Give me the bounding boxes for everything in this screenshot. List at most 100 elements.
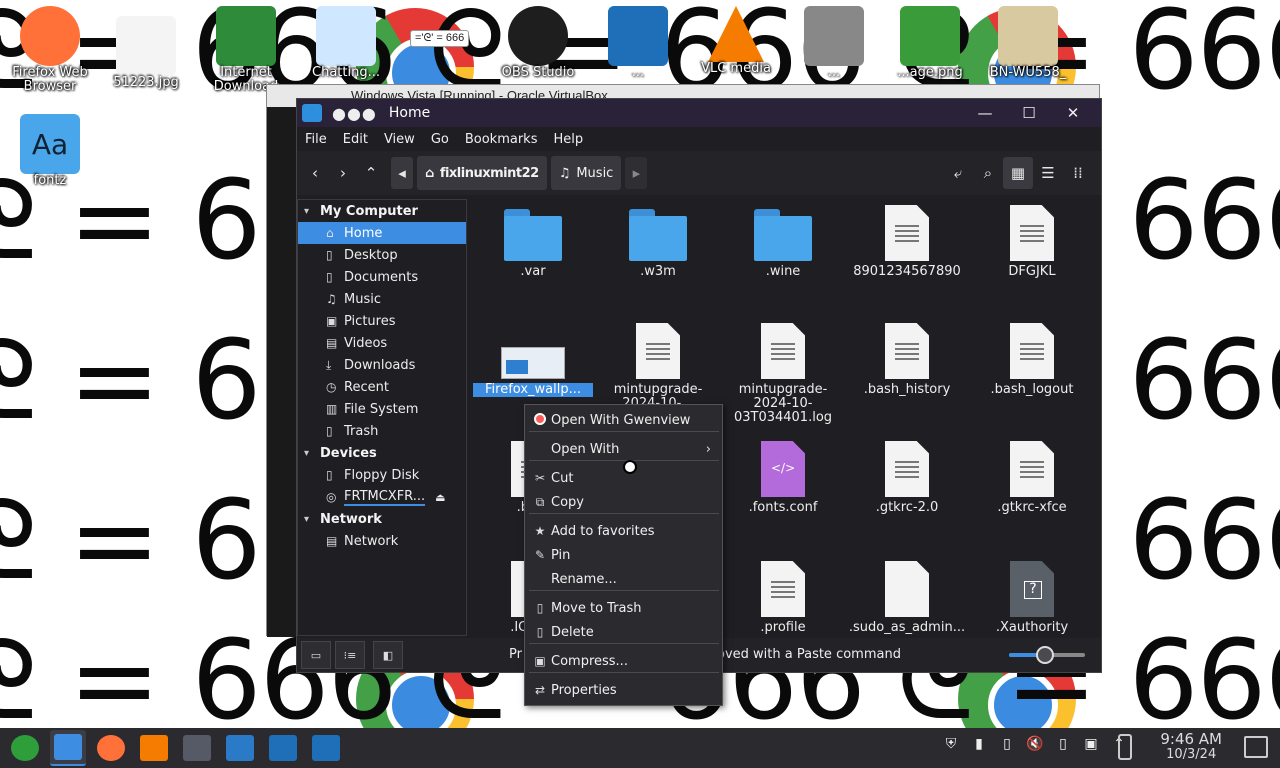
list-view-button[interactable]: ☰	[1033, 157, 1063, 189]
file-item[interactable]: mintupgrade-2024-10-...	[598, 323, 718, 411]
context-menu-item-copy[interactable]: ⧉ Copy	[529, 490, 719, 514]
file-item[interactable]: .w3m	[598, 205, 718, 279]
sidebar-section-network[interactable]: ▾ Network	[298, 508, 466, 530]
menu-go[interactable]: Go	[431, 132, 449, 147]
context-menu-item-properties[interactable]: ⇄ Properties	[529, 678, 719, 702]
desktop-icon-item[interactable]: ...	[592, 6, 684, 80]
network-icon[interactable]: ▣	[1080, 736, 1102, 752]
back-button[interactable]: ‹	[301, 157, 329, 189]
desktop-icon-item[interactable]: VLC media	[690, 6, 782, 76]
taskbar-vlc-button[interactable]	[136, 730, 172, 766]
zoom-slider[interactable]	[1009, 646, 1085, 664]
search-icon[interactable]: ⌕	[973, 157, 1003, 189]
desktop-icon-item[interactable]: Aa fontz	[4, 114, 96, 188]
shield-icon[interactable]: ⛨	[940, 736, 962, 752]
context-menu-item-open-with[interactable]: Open With ›	[529, 437, 719, 461]
terminal-icon[interactable]: ⤶	[943, 157, 973, 189]
file-item[interactable]: .wine	[723, 205, 843, 279]
sidebar-item-desktop[interactable]: ▯ Desktop	[298, 244, 466, 266]
taskbar-firefox-button[interactable]	[93, 730, 129, 766]
taskbar-settings-button[interactable]	[179, 730, 215, 766]
taskbar-app-button[interactable]	[308, 730, 344, 766]
menu-view[interactable]: View	[384, 132, 415, 147]
breadcrumb-toggle-button[interactable]: ◂	[391, 157, 413, 189]
context-menu-item-move-to-trash[interactable]: ▯ Move to Trash	[529, 596, 719, 620]
sidebar-item-trash[interactable]: ▯ Trash	[298, 420, 466, 442]
file-item[interactable]: 8901234567890	[847, 205, 967, 279]
file-item[interactable]: .gtkrc-xfce	[972, 441, 1092, 515]
taskbar-app-button[interactable]	[265, 730, 301, 766]
sidebar-item-home[interactable]: ⌂ Home	[298, 222, 466, 244]
battery-icon[interactable]: ▯	[1052, 736, 1074, 752]
breadcrumb-music[interactable]: ♫ Music	[550, 156, 622, 190]
sidebar-item-floppy-disk[interactable]: ▯ Floppy Disk	[298, 464, 466, 486]
sidebar-section-devices[interactable]: ▾ Devices	[298, 442, 466, 464]
file-item[interactable]: mintupgrade-2024-10-03T034401.log	[723, 323, 843, 425]
desktop-icon-item[interactable]: OBS Studio	[492, 6, 584, 80]
file-item[interactable]: .sudo_as_admin...	[847, 561, 967, 635]
sidebar-item-videos[interactable]: ▤ Videos	[298, 332, 466, 354]
forward-button[interactable]: ›	[329, 157, 357, 189]
phone-icon[interactable]	[1118, 734, 1132, 760]
show-treeview-button[interactable]: ⁝≡	[335, 641, 365, 669]
file-item[interactable]: .var	[473, 205, 593, 279]
context-menu-item-delete[interactable]: ▯ Delete	[529, 620, 719, 644]
close-button[interactable]: ✕	[1051, 99, 1095, 127]
desktop-icon-item[interactable]: 51223.jpg	[100, 16, 192, 90]
breadcrumb-home[interactable]: ⌂ fixlinuxmint22	[417, 156, 547, 190]
hide-sidebar-button[interactable]: ◧	[373, 641, 403, 669]
sidebar-item-downloads[interactable]: ⤓ Downloads	[298, 354, 466, 376]
file-item[interactable]: .bash_logout	[972, 323, 1092, 397]
up-button[interactable]: ⌃	[357, 157, 385, 189]
file-item[interactable]: .fonts.conf	[723, 441, 843, 515]
desktop-icon-item[interactable]: ...age.png	[884, 6, 976, 80]
sidebar-item-file-system[interactable]: ▥ File System	[298, 398, 466, 420]
compact-view-button[interactable]: ⁞⁞	[1063, 157, 1093, 189]
menu-edit[interactable]: Edit	[343, 132, 368, 147]
sidebar-item-pictures[interactable]: ▣ Pictures	[298, 310, 466, 332]
show-places-button[interactable]: ▭	[301, 641, 331, 669]
sidebar-item-documents[interactable]: ▯ Documents	[298, 266, 466, 288]
desktop-icon-item[interactable]: BN-WU558_	[982, 6, 1074, 80]
maximize-button[interactable]: ☐	[1007, 99, 1051, 127]
desktop-icon-item[interactable]: ...	[788, 6, 880, 80]
menu-bookmarks[interactable]: Bookmarks	[465, 132, 538, 147]
clock[interactable]: 9:46 AM 10/3/24	[1160, 731, 1222, 763]
context-menu-item-open-with-gwenview[interactable]: Open With Gwenview	[529, 408, 719, 432]
desktop-icon-item[interactable]: Internet Download	[200, 6, 292, 94]
eject-icon[interactable]: ⏏	[435, 491, 445, 504]
taskbar-menu-button[interactable]	[7, 730, 43, 766]
desktop-icon-item[interactable]: Chatting...	[300, 6, 392, 80]
volume-muted-icon[interactable]: 🔇	[1024, 736, 1046, 752]
context-menu-item-rename[interactable]: Rename...	[529, 567, 719, 591]
taskbar-file-manager-button[interactable]	[50, 730, 86, 766]
file-item[interactable]: Firefox_wallp...	[473, 323, 593, 397]
icon-view-button[interactable]: ▦	[1003, 157, 1033, 189]
title-bar[interactable]: ●●● Home — ☐ ✕	[297, 99, 1101, 127]
context-menu-item-compress[interactable]: ▣ Compress...	[529, 649, 719, 673]
minimize-button[interactable]: —	[963, 99, 1007, 127]
file-item[interactable]: .gtkrc-2.0	[847, 441, 967, 515]
sidebar-item-frtmcxfr[interactable]: ◎ FRTMCXFR... ⏏	[298, 486, 466, 508]
sidebar-section-my-computer[interactable]: ▾ My Computer	[298, 200, 466, 222]
clipboard-icon[interactable]: ▮	[968, 736, 990, 752]
desktop-icon-item[interactable]: Firefox Web Browser	[4, 6, 96, 94]
menu-file[interactable]: File	[305, 132, 327, 147]
file-item[interactable]: DFGJKL	[972, 205, 1092, 279]
section-label: Network	[320, 511, 382, 527]
sidebar-item-network[interactable]: ▤ Network	[298, 530, 466, 552]
copy-icon[interactable]: ▯	[996, 736, 1018, 752]
context-menu-item-pin[interactable]: ✎ Pin	[529, 543, 719, 567]
sidebar-item-music[interactable]: ♫ Music	[298, 288, 466, 310]
breadcrumb-forward-button[interactable]: ▸	[625, 157, 648, 189]
show-desktop-button[interactable]	[1244, 736, 1268, 758]
menu-help[interactable]: Help	[553, 132, 583, 147]
file-item[interactable]: .bash_history	[847, 323, 967, 397]
zoom-slider-handle[interactable]	[1036, 646, 1055, 664]
context-menu-item-add-to-favorites[interactable]: ★ Add to favorites	[529, 519, 719, 543]
window-menu-dots-icon[interactable]: ●●●	[332, 104, 377, 123]
taskbar-virtualbox-button[interactable]	[222, 730, 258, 766]
file-item[interactable]: .Xauthority	[972, 561, 1092, 635]
file-item[interactable]: .profile	[723, 561, 843, 635]
sidebar-item-recent[interactable]: ◷ Recent	[298, 376, 466, 398]
